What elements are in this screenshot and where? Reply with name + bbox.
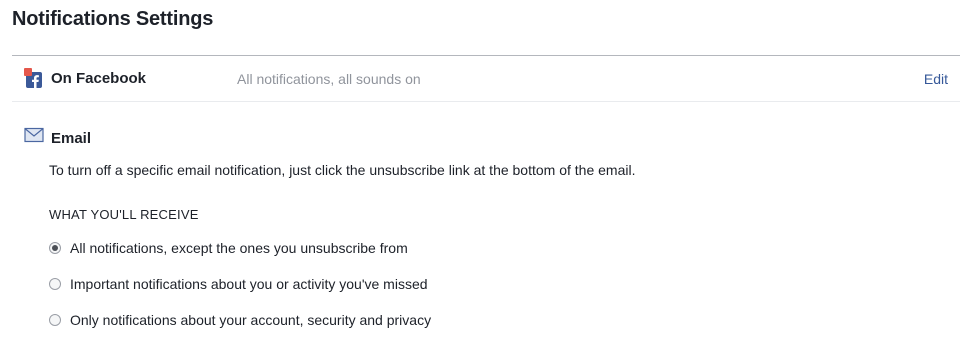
receive-heading: WHAT YOU'LL RECEIVE <box>49 207 199 222</box>
radio-button[interactable] <box>49 278 61 290</box>
email-label: Email <box>51 130 92 147</box>
page-title: Notifications Settings <box>12 8 214 30</box>
email-option-important[interactable]: Important notifications about you or act… <box>49 276 428 292</box>
option-label: All notifications, except the ones you u… <box>70 240 408 256</box>
envelope-icon <box>24 127 44 143</box>
facebook-notification-icon <box>24 68 44 88</box>
email-description: To turn off a specific email notificatio… <box>49 162 636 178</box>
radio-button[interactable] <box>49 314 61 326</box>
email-option-all[interactable]: All notifications, except the ones you u… <box>49 240 408 256</box>
edit-link[interactable]: Edit <box>924 71 948 87</box>
radio-button[interactable] <box>49 242 61 254</box>
on-facebook-row: On Facebook All notifications, all sound… <box>12 56 960 102</box>
email-option-account-only[interactable]: Only notifications about your account, s… <box>49 312 431 328</box>
on-facebook-summary: All notifications, all sounds on <box>237 71 421 87</box>
option-label: Important notifications about you or act… <box>70 276 428 292</box>
option-label: Only notifications about your account, s… <box>70 312 432 328</box>
on-facebook-label: On Facebook <box>51 70 147 87</box>
